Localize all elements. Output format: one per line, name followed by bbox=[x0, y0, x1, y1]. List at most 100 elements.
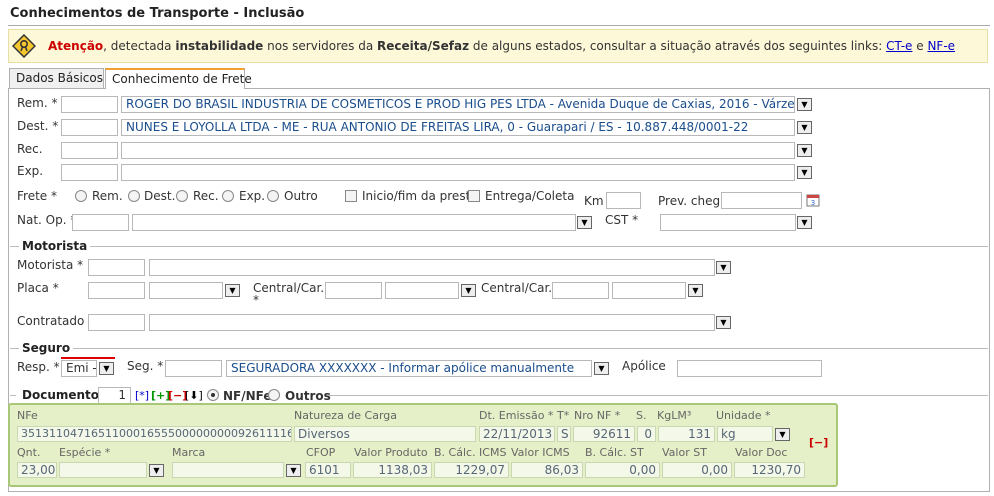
frete-radio-outro[interactable] bbox=[267, 190, 279, 202]
svg-text:3: 3 bbox=[811, 199, 815, 207]
bc-st-header: B. Cálc. ST bbox=[585, 446, 644, 459]
central2-input[interactable] bbox=[552, 282, 609, 299]
chevron-down-icon[interactable]: ▼ bbox=[797, 98, 812, 111]
download-document-button[interactable]: [⬇] bbox=[185, 389, 203, 402]
dest-select[interactable]: NUNES E LOYOLLA LTDA - ME - RUA ANTONIO … bbox=[121, 119, 795, 136]
cfop-input[interactable]: 6101 bbox=[305, 462, 351, 478]
chevron-down-icon[interactable]: ▼ bbox=[594, 362, 609, 375]
frete-radio-rec[interactable] bbox=[176, 190, 188, 202]
valor-st-input[interactable]: 0,00 bbox=[662, 462, 732, 478]
dest-label: Dest. * bbox=[17, 119, 59, 133]
entrega-coleta-checkbox[interactable] bbox=[468, 190, 480, 202]
seg-select[interactable]: SEGURADORA XXXXXXX - Informar apólice ma… bbox=[226, 360, 592, 377]
motorista-select[interactable] bbox=[149, 259, 715, 276]
valor-doc-input[interactable]: 1230,70 bbox=[734, 462, 805, 478]
valor-produto-header: Valor Produto bbox=[354, 446, 428, 459]
placa-input[interactable] bbox=[88, 282, 145, 299]
chevron-down-icon[interactable]: ▼ bbox=[797, 216, 812, 229]
frete-radio-exp[interactable] bbox=[222, 190, 234, 202]
outros-label: Outros bbox=[285, 389, 331, 403]
chevron-down-icon[interactable]: ▼ bbox=[149, 464, 164, 477]
rem-select[interactable]: ROGER DO BRASIL INDUSTRIA DE COSMETICOS … bbox=[121, 96, 795, 113]
valor-icms-input[interactable]: 86,03 bbox=[511, 462, 583, 478]
valor-produto-input[interactable]: 1138,03 bbox=[353, 462, 432, 478]
exp-select[interactable] bbox=[121, 164, 795, 181]
chevron-down-icon[interactable]: ▼ bbox=[286, 464, 301, 477]
chevron-down-icon[interactable]: ▼ bbox=[775, 428, 790, 441]
central2-label: Central/Car. bbox=[481, 281, 553, 295]
chevron-down-icon[interactable]: ▼ bbox=[797, 166, 812, 179]
exp-code-input[interactable] bbox=[61, 164, 118, 181]
natureza-input[interactable]: Diversos bbox=[294, 426, 476, 442]
km-input[interactable] bbox=[606, 192, 641, 209]
marca-header: Marca bbox=[172, 446, 206, 459]
resp-select[interactable]: Emi - bbox=[61, 360, 97, 377]
marca-select[interactable] bbox=[172, 462, 284, 478]
chevron-down-icon[interactable]: ▼ bbox=[797, 144, 812, 157]
rec-select[interactable] bbox=[121, 142, 795, 159]
placa-select[interactable] bbox=[149, 282, 223, 299]
nfe-link[interactable]: NF-e bbox=[927, 39, 955, 53]
calendar-icon[interactable]: 3 bbox=[806, 193, 820, 207]
apolice-input[interactable] bbox=[677, 360, 822, 377]
chevron-down-icon[interactable]: ▼ bbox=[577, 216, 592, 229]
dt-emissao-header: Dt. Emissão * bbox=[479, 409, 554, 422]
motorista-code-input[interactable] bbox=[88, 259, 145, 276]
especie-header: Espécie * bbox=[59, 446, 111, 459]
bc-icms-input[interactable]: 1229,07 bbox=[434, 462, 509, 478]
dt-emissao-input[interactable]: 22/11/2013 bbox=[479, 426, 555, 442]
entrega-coleta-label: Entrega/Coleta bbox=[485, 189, 575, 203]
kglm-header: KgLM³ bbox=[657, 409, 692, 422]
natop-code-input[interactable] bbox=[72, 214, 129, 231]
radio-outros[interactable] bbox=[268, 389, 280, 401]
nfe-key-input[interactable]: 3513110471651100016555000000000926111165… bbox=[17, 426, 292, 442]
frete-radio-dest[interactable] bbox=[128, 190, 140, 202]
dest-code-input[interactable] bbox=[61, 119, 118, 136]
prev-cheg-label: Prev. cheg. bbox=[658, 194, 724, 208]
chevron-down-icon[interactable]: ▼ bbox=[225, 284, 240, 297]
natop-select[interactable] bbox=[132, 214, 576, 231]
seguro-section-title: Seguro bbox=[19, 341, 74, 355]
t-input[interactable]: S bbox=[557, 426, 571, 442]
contratado-code-input[interactable] bbox=[88, 314, 145, 331]
chevron-down-icon[interactable]: ▼ bbox=[99, 362, 114, 375]
central2-select[interactable] bbox=[612, 282, 686, 299]
documentos-count-input[interactable]: 1 bbox=[98, 387, 131, 404]
bc-st-input[interactable]: 0,00 bbox=[585, 462, 660, 478]
chevron-down-icon[interactable]: ▼ bbox=[797, 121, 812, 134]
qnt-input[interactable]: 23,00 bbox=[17, 462, 57, 478]
nf-nfe-label: NF/NFe bbox=[223, 389, 272, 403]
central1-input[interactable] bbox=[325, 282, 382, 299]
placa-label: Placa * bbox=[17, 281, 59, 295]
valor-doc-header: Valor Doc bbox=[735, 446, 788, 459]
radio-nf-nfe[interactable] bbox=[207, 389, 219, 401]
chevron-down-icon[interactable]: ▼ bbox=[461, 284, 476, 297]
chevron-down-icon[interactable]: ▼ bbox=[716, 316, 731, 329]
rem-code-input[interactable] bbox=[61, 96, 118, 113]
tab-dados-basicos[interactable]: Dados Básicos bbox=[9, 68, 104, 88]
contratado-select[interactable] bbox=[149, 314, 715, 331]
kglm-input[interactable]: 131 bbox=[658, 426, 715, 442]
tab-conhecimento-frete[interactable]: Conhecimento de Frete bbox=[105, 68, 252, 89]
chevron-down-icon[interactable]: ▼ bbox=[688, 284, 703, 297]
cst-select[interactable] bbox=[660, 214, 796, 231]
section-divider bbox=[10, 246, 988, 247]
central1-select[interactable] bbox=[385, 282, 459, 299]
title-divider bbox=[8, 25, 990, 26]
unidade-select[interactable]: kg bbox=[717, 426, 773, 442]
prev-cheg-input[interactable] bbox=[721, 192, 802, 209]
seg-code-input[interactable] bbox=[165, 360, 222, 377]
select-all-button[interactable]: [*] bbox=[135, 389, 149, 402]
frete-radio-rem[interactable] bbox=[75, 190, 87, 202]
especie-select[interactable] bbox=[59, 462, 147, 478]
s-input[interactable]: 0 bbox=[637, 426, 656, 442]
frete-label: Frete * bbox=[17, 189, 57, 203]
frete-opt-label: Rem. bbox=[92, 189, 123, 203]
inicio-fim-checkbox[interactable] bbox=[345, 190, 357, 202]
remove-nfe-button[interactable]: [−] bbox=[809, 436, 828, 449]
chevron-down-icon[interactable]: ▼ bbox=[716, 261, 731, 274]
nro-nf-input[interactable]: 92611 bbox=[573, 426, 635, 442]
cte-link[interactable]: CT-e bbox=[886, 39, 912, 53]
warning-sign-icon bbox=[12, 34, 36, 58]
rec-code-input[interactable] bbox=[61, 142, 118, 159]
